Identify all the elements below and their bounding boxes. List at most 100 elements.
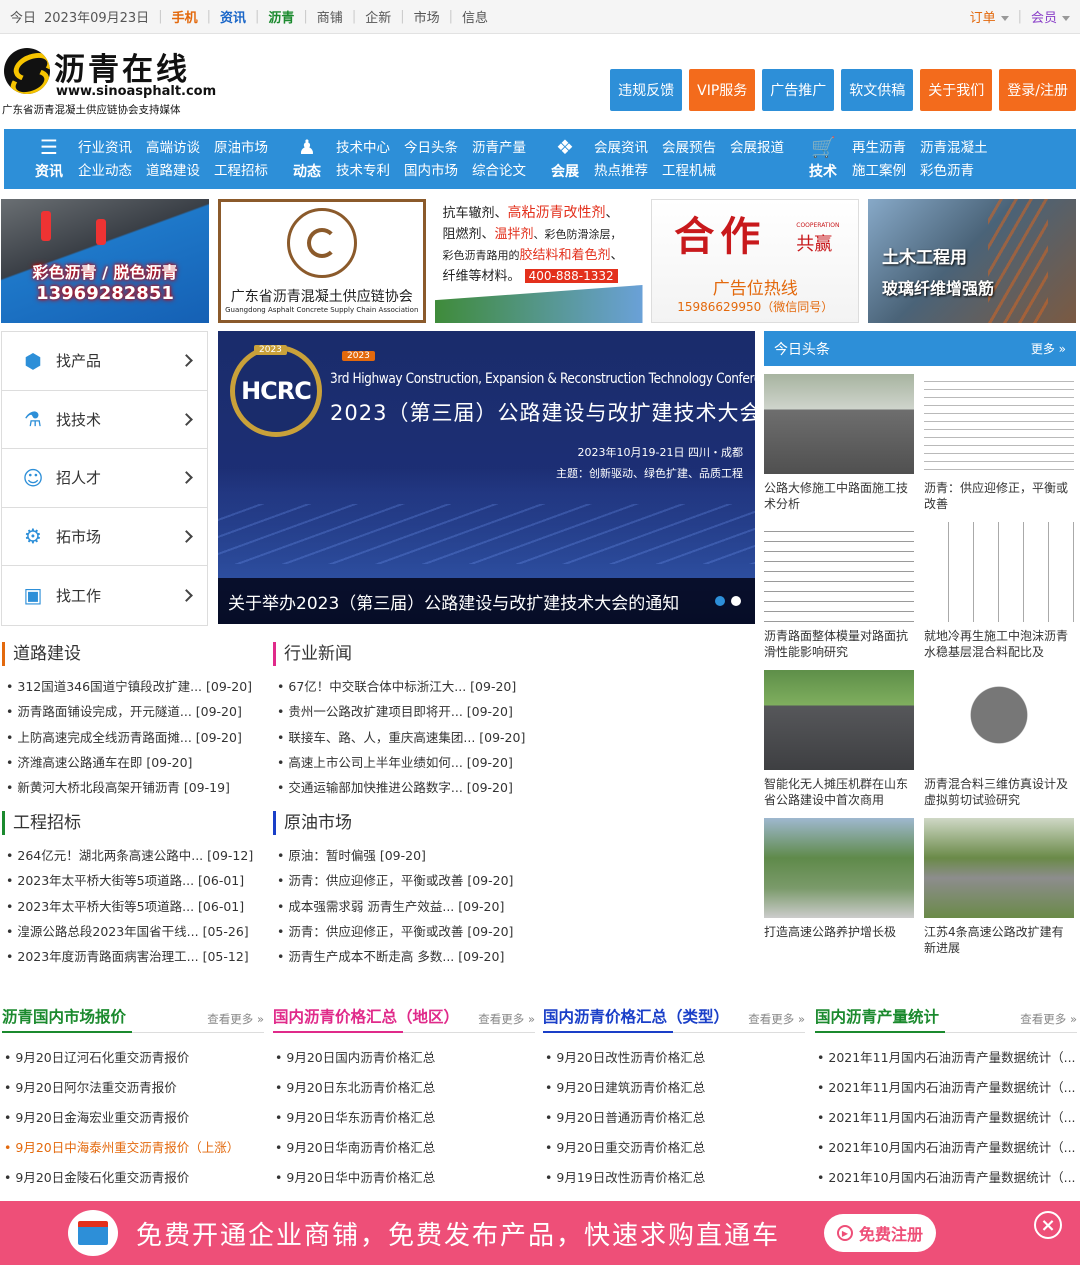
top-link[interactable]: 企新 — [365, 7, 391, 26]
left-menu-item[interactable]: ⚗ 找技术 — [2, 391, 207, 449]
news-item[interactable]: 2023年太平桥大街等5项道路... [06-01] — [2, 894, 262, 919]
price-table-title[interactable]: 国内沥青产量统计 — [815, 1005, 939, 1027]
headline-card[interactable]: 沥青：供应迎修正，平衡或改善 — [924, 374, 1074, 514]
price-item[interactable]: 9月20日华中沥青价格汇总 — [273, 1163, 535, 1193]
price-item[interactable]: 2021年10月国内石油沥青产量数据统计（... — [815, 1133, 1077, 1163]
price-item[interactable]: 2021年11月国内石油沥青产量数据统计（... — [815, 1073, 1077, 1103]
nav-head[interactable]: ❖ 会展 — [544, 137, 586, 181]
price-item[interactable]: 2021年11月国内石油沥青产量数据统计（... — [815, 1103, 1077, 1133]
headline-card[interactable]: 公路大修施工中路面施工技术分析 — [764, 374, 914, 514]
left-menu-item[interactable]: ▣ 找工作 — [2, 566, 207, 625]
news-item[interactable]: 沥青路面铺设完成，开元隧道... [09-20] — [2, 699, 262, 724]
news-item[interactable]: 新黄河大桥北段高架开铺沥青 [09-19] — [2, 775, 262, 800]
news-item[interactable]: 联接车、路、人，重庆高速集团... [09-20] — [273, 725, 543, 750]
headline-thumbnail[interactable] — [764, 670, 914, 770]
nav-link[interactable]: 技术专利 — [336, 159, 390, 182]
top-link[interactable]: 手机 — [172, 7, 198, 26]
headline-caption[interactable]: 江苏4条高速公路改扩建有新进展 — [924, 924, 1074, 958]
nav-link[interactable]: 沥青混凝土 — [920, 136, 988, 159]
news-item[interactable]: 312国道346国道宁镇段改扩建... [09-20] — [2, 674, 262, 699]
close-icon[interactable]: × — [1034, 1211, 1062, 1239]
banner-cooperation[interactable]: 合作 共赢 COOPERATION 广告位热线 15986629950（微信同号… — [651, 199, 860, 323]
nav-head[interactable]: 🛒 技术 — [802, 137, 844, 181]
hero-slider[interactable]: HCRC 2023 2023 3rd Highway Construction,… — [218, 331, 755, 624]
news-item[interactable]: 沥青：供应迎修正，平衡或改善 [09-20] — [273, 868, 543, 893]
slider-caption[interactable]: 关于举办2023（第三届）公路建设与改扩建技术大会的通知 — [218, 578, 755, 624]
banner-fiber-rebar[interactable]: 土木工程用 玻璃纤维增强筋 — [868, 199, 1076, 323]
nav-link[interactable]: 会展预告 — [662, 136, 716, 159]
headline-thumbnail[interactable] — [764, 522, 914, 622]
news-item[interactable]: 67亿！中交联合体中标浙江大... [09-20] — [273, 674, 543, 699]
nav-head[interactable]: ☰ 资讯 — [28, 137, 70, 181]
news-item[interactable]: 沥青生产成本不断走高 多数... [09-20] — [273, 944, 543, 969]
nav-link[interactable]: 工程招标 — [214, 159, 268, 182]
nav-link[interactable]: 企业动态 — [78, 159, 132, 182]
banner-association[interactable]: 广东省沥青混凝土供应链协会 Guangdong Asphalt Concrete… — [217, 199, 426, 323]
nav-link[interactable]: 再生沥青 — [852, 136, 906, 159]
nav-head[interactable]: ♟ 动态 — [286, 137, 328, 181]
headline-card[interactable]: 沥青混合料三维仿真设计及虚拟剪切试验研究 — [924, 670, 1074, 810]
news-item[interactable]: 264亿元！湖北两条高速公路中... [09-12] — [2, 843, 262, 868]
headlines-more-link[interactable]: 更多 » — [1031, 340, 1066, 357]
section-title[interactable]: 原油市场 — [273, 811, 543, 835]
headline-caption[interactable]: 沥青路面整体模量对路面抗滑性能影响研究 — [764, 628, 914, 662]
price-table-title[interactable]: 沥青国内市场报价 — [2, 1005, 126, 1027]
news-item[interactable]: 成本强需求弱 沥青生产效益... [09-20] — [273, 894, 543, 919]
header-button[interactable]: 关于我们 — [920, 69, 993, 111]
headline-card[interactable]: 智能化无人摊压机群在山东省公路建设中首次商用 — [764, 670, 914, 810]
free-register-button[interactable]: ▶ 免费注册 — [824, 1214, 937, 1252]
nav-link[interactable]: 今日头条 — [404, 136, 458, 159]
price-item[interactable]: 9月20日重交沥青价格汇总 — [543, 1133, 805, 1163]
price-item[interactable]: 9月20日华南沥青价格汇总 — [273, 1133, 535, 1163]
price-item[interactable]: 9月20日改性沥青价格汇总 — [543, 1043, 805, 1073]
nav-link[interactable]: 国内市场 — [404, 159, 458, 182]
news-item[interactable]: 贵州一公路改扩建项目即将开... [09-20] — [273, 699, 543, 724]
nav-link[interactable]: 道路建设 — [146, 159, 200, 182]
price-item[interactable]: 9月20日国内沥青价格汇总 — [273, 1043, 535, 1073]
price-item[interactable]: 9月20日普通沥青价格汇总 — [543, 1103, 805, 1133]
headline-thumbnail[interactable] — [924, 374, 1074, 474]
news-item[interactable]: 济潍高速公路通车在即 [09-20] — [2, 750, 262, 775]
banner-colored-asphalt[interactable]: 彩色沥青 / 脱色沥青 13969282851 — [1, 199, 209, 323]
nav-link[interactable]: 施工案例 — [852, 159, 906, 182]
price-item[interactable]: 9月20日辽河石化重交沥青报价 — [2, 1043, 264, 1073]
top-link[interactable]: 信息 — [462, 7, 488, 26]
price-table-title[interactable]: 国内沥青价格汇总（类型） — [543, 1005, 729, 1027]
price-item[interactable]: 9月20日金陵石化重交沥青报价 — [2, 1163, 264, 1193]
price-item[interactable]: 9月20日东北沥青价格汇总 — [273, 1073, 535, 1103]
header-button[interactable]: 登录/注册 — [999, 69, 1076, 111]
nav-link[interactable]: 彩色沥青 — [920, 159, 988, 182]
news-item[interactable]: 原油：暂时偏强 [09-20] — [273, 843, 543, 868]
header-button[interactable]: 软文供稿 — [841, 69, 914, 111]
nav-link[interactable]: 会展资讯 — [594, 136, 648, 159]
news-item[interactable]: 2023年太平桥大街等5项道路... [06-01] — [2, 868, 262, 893]
nav-link[interactable]: 技术中心 — [336, 136, 390, 159]
price-item[interactable]: 9月20日阿尔法重交沥青报价 — [2, 1073, 264, 1103]
news-item[interactable]: 湟源公路总段2023年国省干线... [05-26] — [2, 919, 262, 944]
header-button[interactable]: 违规反馈 — [610, 69, 683, 111]
top-link[interactable]: 市场 — [414, 7, 440, 26]
headline-thumbnail[interactable] — [764, 374, 914, 474]
news-item[interactable]: 上防高速完成全线沥青路面摊... [09-20] — [2, 725, 262, 750]
header-button[interactable]: 广告推广 — [762, 69, 835, 111]
view-more-link[interactable]: 查看更多 » — [207, 1011, 264, 1027]
headline-thumbnail[interactable] — [924, 818, 1074, 918]
top-link[interactable]: 沥青 — [268, 7, 294, 26]
header-button[interactable]: VIP服务 — [689, 69, 756, 111]
price-item[interactable]: 9月19日改性沥青价格汇总 — [543, 1163, 805, 1193]
headline-thumbnail[interactable] — [924, 522, 1074, 622]
news-item[interactable]: 高速上市公司上半年业绩如何... [09-20] — [273, 750, 543, 775]
view-more-link[interactable]: 查看更多 » — [478, 1011, 535, 1027]
slide-dot[interactable] — [715, 596, 725, 606]
headline-caption[interactable]: 打造高速公路养护增长极 — [764, 924, 914, 958]
price-item[interactable]: 9月20日建筑沥青价格汇总 — [543, 1073, 805, 1103]
headline-card[interactable]: 沥青路面整体模量对路面抗滑性能影响研究 — [764, 522, 914, 662]
news-item[interactable]: 交通运输部加快推进公路数字... [09-20] — [273, 775, 543, 800]
member-menu[interactable]: 会员 — [1031, 7, 1070, 26]
price-item[interactable]: 2021年11月国内石油沥青产量数据统计（... — [815, 1043, 1077, 1073]
headline-caption[interactable]: 就地冷再生施工中泡沫沥青水稳基层混合料配比及 — [924, 628, 1074, 662]
site-logo[interactable]: 沥青在线 www.sinoasphalt.com 广东省沥青混凝土供应链协会支持… — [2, 44, 216, 120]
banner-additives[interactable]: 抗车辙剂、高粘沥青改性剂、 阻燃剂、温拌剂、彩色防滑涂层， 彩色沥青路用的胶结料… — [434, 199, 643, 323]
news-item[interactable]: 2023年度沥青路面病害治理工... [05-12] — [2, 944, 262, 969]
section-title[interactable]: 行业新闻 — [273, 642, 543, 666]
